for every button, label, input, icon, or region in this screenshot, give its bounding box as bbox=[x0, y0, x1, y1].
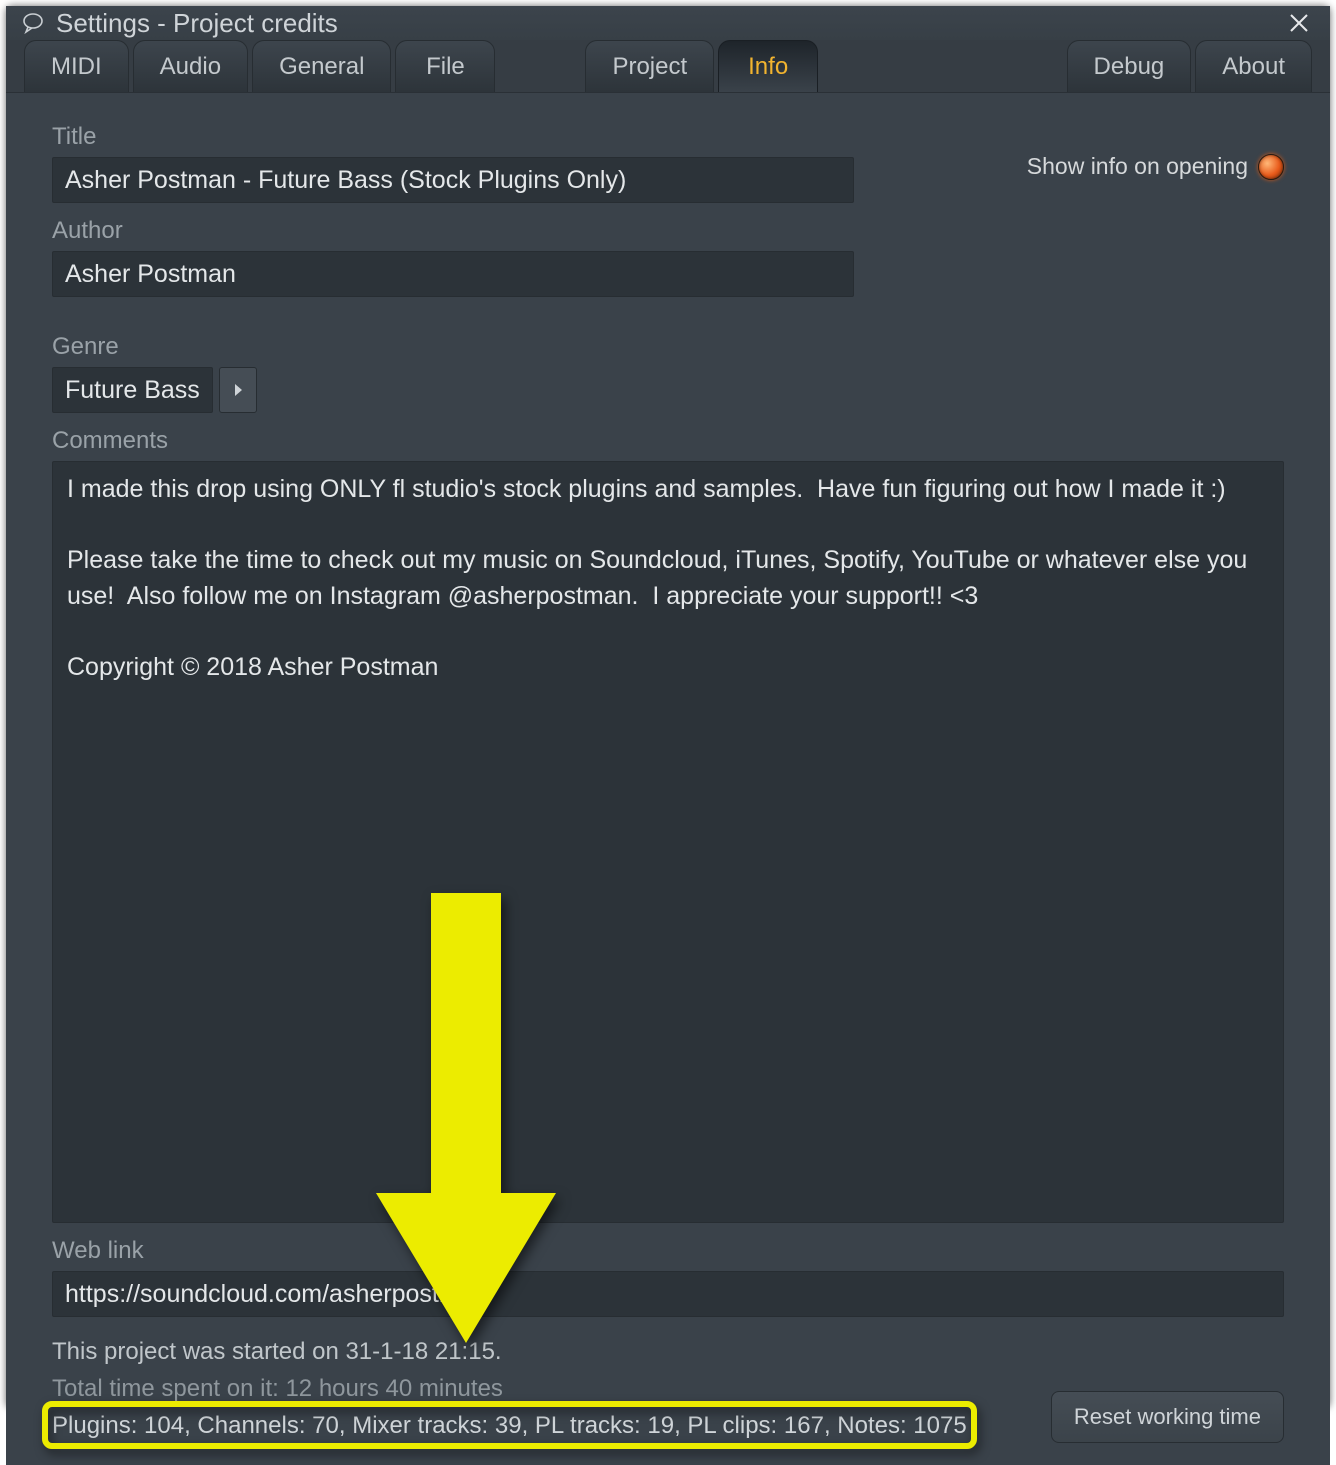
author-input[interactable]: Asher Postman bbox=[52, 251, 854, 297]
tab-about[interactable]: About bbox=[1195, 40, 1312, 92]
tab-general[interactable]: General bbox=[252, 40, 391, 92]
settings-window: Settings - Project credits MIDIAudioGene… bbox=[6, 6, 1330, 1408]
author-label: Author bbox=[52, 217, 854, 245]
comments-label: Comments bbox=[52, 427, 1284, 455]
reset-working-time-button[interactable]: Reset working time bbox=[1051, 1391, 1284, 1443]
weblink-input[interactable]: https://soundcloud.com/asherpostman bbox=[52, 1271, 1284, 1317]
show-info-toggle[interactable] bbox=[1258, 154, 1284, 180]
tab-audio[interactable]: Audio bbox=[133, 40, 248, 92]
genre-input[interactable]: Future Bass bbox=[52, 367, 213, 413]
tab-info[interactable]: Info bbox=[718, 40, 818, 92]
tab-file[interactable]: File bbox=[395, 40, 495, 92]
tab-debug[interactable]: Debug bbox=[1067, 40, 1192, 92]
window-title: Settings - Project credits bbox=[56, 8, 1282, 39]
close-button[interactable] bbox=[1282, 6, 1316, 40]
title-input[interactable]: Asher Postman - Future Bass (Stock Plugi… bbox=[52, 157, 854, 203]
comments-textarea[interactable]: I made this drop using ONLY fl studio's … bbox=[52, 461, 1284, 1223]
content-panel: Title Asher Postman - Future Bass (Stock… bbox=[6, 93, 1330, 1465]
genre-label: Genre bbox=[52, 333, 257, 361]
project-started-text: This project was started on 31-1-18 21:1… bbox=[52, 1335, 967, 1370]
comment-icon bbox=[20, 10, 46, 36]
tab-midi[interactable]: MIDI bbox=[24, 40, 129, 92]
title-label: Title bbox=[52, 123, 854, 151]
tabstrip: MIDIAudioGeneralFile ProjectInfo DebugAb… bbox=[6, 40, 1330, 93]
tab-project[interactable]: Project bbox=[585, 40, 714, 92]
time-spent-text: Total time spent on it: 12 hours 40 minu… bbox=[52, 1372, 967, 1407]
genre-next-button[interactable] bbox=[219, 367, 257, 413]
titlebar: Settings - Project credits bbox=[6, 6, 1330, 40]
show-info-label: Show info on opening bbox=[1027, 153, 1248, 180]
weblink-label: Web link bbox=[52, 1237, 1284, 1265]
